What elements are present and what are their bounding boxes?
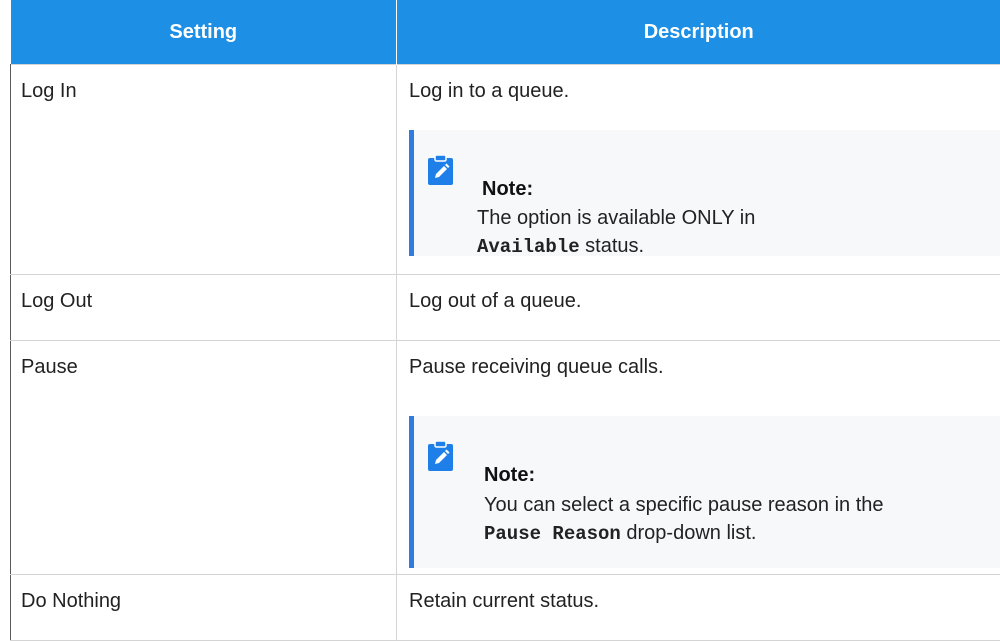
note-text-after: status. [580,235,644,257]
note-code: Available [477,236,580,258]
table-header-row: Setting Description [11,0,1000,65]
note-box: Note: You can select a specific pause re… [409,416,1000,568]
table-row: Do Nothing Retain current status. [11,575,1000,641]
description-cell: Pause receiving queue calls. Note: You c… [397,341,1000,575]
table-row: Log In Log in to a queue. Note: The opti… [11,65,1000,275]
table-row: Log Out Log out of a queue. [11,275,1000,341]
note-title: Note: [484,464,535,487]
description-text: Pause receiving queue calls. [409,356,1000,379]
note-title: Note: [482,178,533,201]
description-text: Retain current status. [409,590,1000,613]
note-text: You can select a specific pause reason i… [484,494,884,516]
description-cell: Retain current status. [397,575,1000,641]
note-code: Pause Reason [484,523,621,545]
note-text-after: drop-down list. [621,522,757,544]
description-cell: Log in to a queue. Note: The option is a… [397,65,1000,275]
note-body: You can select a specific pause reason i… [484,491,904,548]
edit-note-icon [428,155,453,185]
note-body: The option is available ONLY in Available… [477,204,897,261]
setting-cell: Log In [11,65,397,275]
description-text: Log out of a queue. [409,290,1000,313]
note-box: Note: The option is available ONLY in Ava… [409,130,1000,256]
header-description: Description [397,0,1000,65]
header-setting: Setting [11,0,397,65]
note-text: The option is available ONLY in [477,207,755,229]
table-row: Pause Pause receiving queue calls. Note:… [11,341,1000,575]
description-text: Log in to a queue. [409,80,1000,103]
description-cell: Log out of a queue. [397,275,1000,341]
setting-cell: Pause [11,341,397,575]
settings-table: Setting Description Log In Log in to a q… [10,0,1000,641]
edit-note-icon [428,441,453,471]
setting-cell: Do Nothing [11,575,397,641]
setting-cell: Log Out [11,275,397,341]
